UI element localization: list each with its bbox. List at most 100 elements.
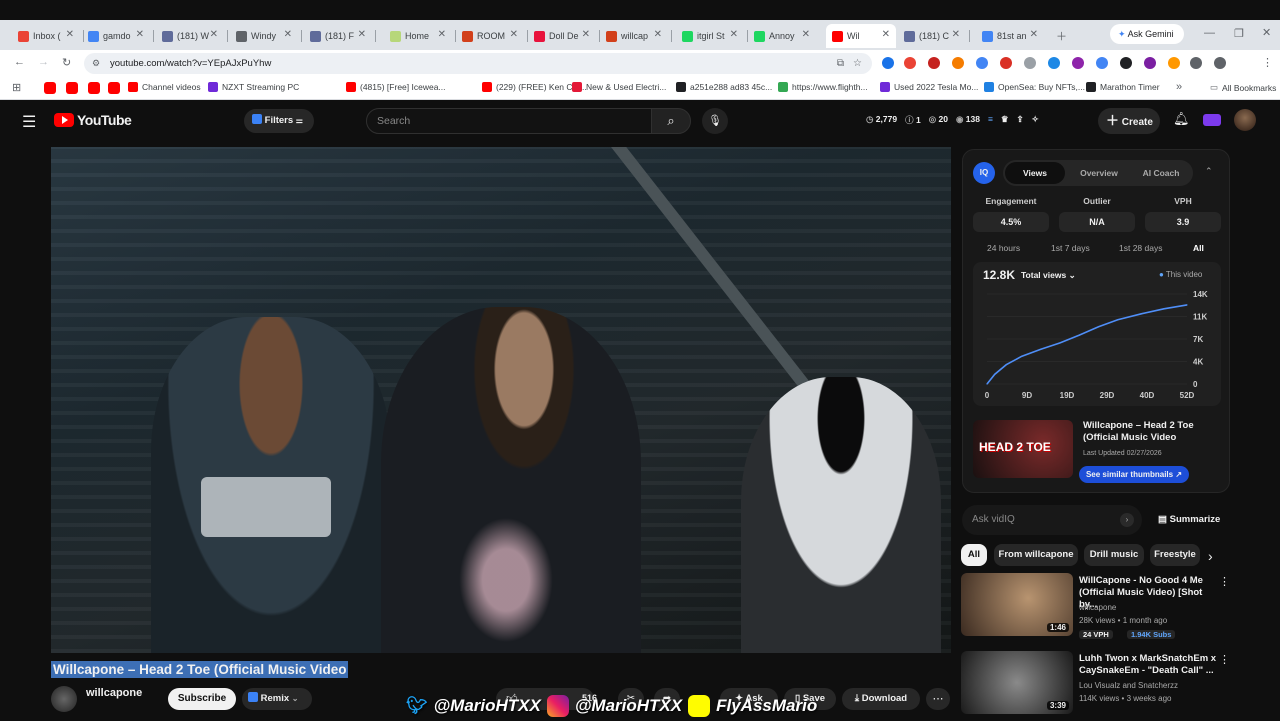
channel-name[interactable]: willcapone	[86, 687, 142, 699]
bookmark-item[interactable]: https://www.flighth...	[778, 82, 868, 92]
all-bookmarks-folder[interactable]: ▭ All Bookmarks	[1210, 82, 1276, 93]
reload-icon[interactable]: ↻	[62, 56, 71, 69]
forward-icon[interactable]: →	[38, 56, 49, 68]
bookmark-item[interactable]: Used 2022 Tesla Mo...	[880, 82, 978, 92]
address-bar[interactable]: ⚙ youtube.com/watch?v=YEpAJxPuYhw ⧉ ☆	[84, 53, 872, 74]
tab-close-icon[interactable]: ✕	[1030, 29, 1038, 40]
youtube-bookmark-icon[interactable]	[108, 82, 120, 94]
restore-icon[interactable]: ❐	[1234, 27, 1244, 40]
bookmark-item[interactable]: (4815) [Free] Icewea...	[346, 82, 446, 92]
tab-close-icon[interactable]: ✕	[654, 29, 662, 40]
extension-icon[interactable]	[1168, 57, 1180, 69]
ask-vidiq-input[interactable]: Ask vidIQ ›	[962, 505, 1142, 535]
extension-icon[interactable]	[1214, 57, 1226, 69]
send-arrow-icon[interactable]: ›	[1120, 513, 1134, 527]
extension-icon[interactable]	[904, 57, 916, 69]
sparkle-icon[interactable]: ✧	[1032, 114, 1039, 126]
premium-badge-icon[interactable]	[1203, 114, 1221, 126]
bookmark-star-icon[interactable]: ☆	[853, 53, 862, 74]
bookmark-item[interactable]: Channel videos	[128, 82, 201, 92]
install-icon[interactable]: ⧉	[837, 53, 844, 74]
extension-icon[interactable]	[1024, 57, 1036, 69]
filters-button[interactable]: Filters ⚌	[244, 109, 314, 133]
more-options-icon[interactable]: ⋮	[1219, 575, 1230, 588]
youtube-logo[interactable]: YouTube	[54, 112, 132, 128]
minimize-icon[interactable]: —	[1204, 27, 1215, 39]
bookmark-item[interactable]: NZXT Streaming PC	[208, 82, 299, 92]
more-options-icon[interactable]: ⋮	[1219, 653, 1230, 666]
extension-icon[interactable]	[1190, 57, 1202, 69]
tab-close-icon[interactable]: ✕	[66, 29, 74, 40]
extension-icon[interactable]	[1000, 57, 1012, 69]
extension-icon[interactable]	[952, 57, 964, 69]
range-tab[interactable]: 1st 28 days	[1119, 243, 1162, 253]
recommended-thumbnail[interactable]: 3:39	[961, 651, 1073, 714]
tab-close-icon[interactable]: ✕	[952, 29, 960, 40]
notifications-icon[interactable]: 🔔︎	[1173, 111, 1190, 127]
filter-chip[interactable]: All	[961, 544, 987, 566]
browser-tab[interactable]: Inbox (✕	[12, 24, 80, 48]
video-player[interactable]	[51, 147, 951, 653]
recommended-thumbnail[interactable]: 1:46	[961, 573, 1073, 636]
extension-icon[interactable]	[882, 57, 894, 69]
extension-icon[interactable]	[928, 57, 940, 69]
youtube-bookmark-icon[interactable]	[44, 82, 56, 94]
tab-overview[interactable]: Overview	[1069, 162, 1129, 184]
tab-close-icon[interactable]: ✕	[882, 29, 890, 40]
filter-chip[interactable]: From willcapone	[994, 544, 1078, 566]
tab-close-icon[interactable]: ✕	[510, 29, 518, 40]
trophy-icon[interactable]: ♛	[1001, 114, 1009, 126]
range-tab[interactable]: 1st 7 days	[1051, 243, 1090, 253]
browser-tab[interactable]: 81st an ✕	[976, 24, 1044, 48]
search-input[interactable]: Search	[366, 108, 652, 134]
range-tab[interactable]: 24 hours	[987, 243, 1020, 253]
browser-tab[interactable]: Home ✕	[384, 24, 452, 48]
browser-tab[interactable]: (181) W ✕	[156, 24, 224, 48]
browser-tab[interactable]: ROOM ✕	[456, 24, 524, 48]
chips-next-icon[interactable]: ›	[1208, 548, 1213, 564]
range-tab[interactable]: All	[1193, 243, 1204, 253]
more-bookmarks-icon[interactable]: »	[1176, 81, 1182, 93]
bookmark-item[interactable]: OpenSea: Buy NFTs,...	[984, 82, 1085, 92]
browser-tab[interactable]: gamdo ✕	[82, 24, 150, 48]
share-icon[interactable]: ⇪	[1017, 114, 1024, 126]
extension-icon[interactable]	[1072, 57, 1084, 69]
ask-gemini-button[interactable]: ✦ Ask Gemini	[1110, 24, 1184, 44]
filter-chip[interactable]: Freestyle	[1150, 544, 1200, 566]
see-similar-thumbnails-button[interactable]: See similar thumbnails ↗	[1079, 466, 1189, 483]
tab-views[interactable]: Views	[1005, 162, 1065, 184]
menu-icon[interactable]: ☰	[22, 112, 36, 132]
collapse-icon[interactable]: ⌃	[1205, 166, 1213, 177]
browser-tab[interactable]: Doll De ✕	[528, 24, 596, 48]
tab-ai-coach[interactable]: AI Coach	[1131, 162, 1191, 184]
bookmark-item[interactable]: New & Used Electri...	[572, 82, 666, 92]
total-views-dropdown[interactable]: Total views ⌄	[1021, 270, 1076, 281]
recommended-video[interactable]: 3:39 Luhh Twon x MarkSnatchEm x CaySnakeE…	[961, 651, 1231, 721]
tab-close-icon[interactable]: ✕	[582, 29, 590, 40]
youtube-bookmark-icon[interactable]	[88, 82, 100, 94]
chrome-menu-icon[interactable]: ⋮	[1262, 56, 1273, 69]
close-window-icon[interactable]: ✕	[1262, 26, 1271, 39]
tab-close-icon[interactable]: ✕	[358, 29, 366, 40]
new-tab-icon[interactable]: ＋	[1056, 28, 1067, 44]
tab-close-icon[interactable]: ✕	[730, 29, 738, 40]
browser-tab[interactable]: (181) F ✕	[304, 24, 372, 48]
extension-icon[interactable]	[1096, 57, 1108, 69]
extension-icon[interactable]	[1120, 57, 1132, 69]
tab-close-icon[interactable]: ✕	[802, 29, 810, 40]
video-thumbnail[interactable]: HEAD 2 TOE	[973, 420, 1073, 478]
site-info-icon[interactable]: ⚙	[92, 53, 100, 74]
filter-chip[interactable]: Drill music	[1084, 544, 1144, 566]
browser-tab[interactable]: itgirl St ✕	[676, 24, 744, 48]
tab-close-icon[interactable]: ✕	[210, 29, 218, 40]
tab-close-icon[interactable]: ✕	[136, 29, 144, 40]
tab-close-icon[interactable]: ✕	[284, 29, 292, 40]
voice-search-button[interactable]: 🎙	[702, 108, 728, 134]
bookmark-item[interactable]: a251e288 ad83 45c...	[676, 82, 772, 92]
subscribe-button[interactable]: Subscribe	[168, 688, 236, 710]
avatar[interactable]	[1234, 109, 1256, 131]
tab-close-icon[interactable]: ✕	[438, 29, 446, 40]
recommended-video[interactable]: 1:46 WillCapone - No Good 4 Me (Official …	[961, 573, 1231, 643]
browser-tab[interactable]: Annoy ✕	[748, 24, 816, 48]
extension-icon[interactable]	[976, 57, 988, 69]
